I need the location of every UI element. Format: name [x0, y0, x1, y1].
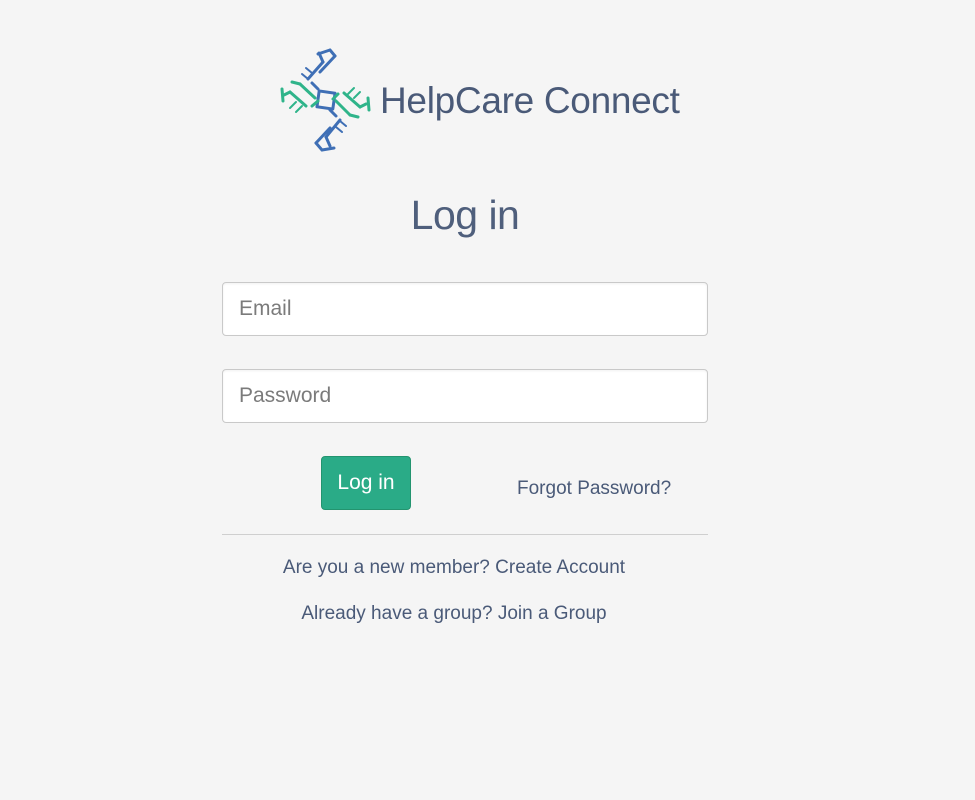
- helping-hands-logo-icon: [280, 48, 371, 152]
- brand-name: HelpCare Connect: [380, 80, 680, 121]
- login-button[interactable]: Log in: [321, 456, 411, 510]
- page-title: Log in: [410, 192, 520, 238]
- forgot-password-link[interactable]: Forgot Password?: [517, 478, 671, 500]
- new-member-prompt: Are you a new member?: [282, 557, 490, 578]
- password-input[interactable]: [222, 369, 708, 423]
- join-group-link[interactable]: Join a Group: [498, 603, 607, 624]
- group-prompt: Already have a group?: [301, 603, 493, 624]
- brand-header: HelpCare Connect: [278, 46, 680, 154]
- divider: [222, 534, 708, 535]
- join-group-line: Already have a group? Join a Group: [0, 603, 908, 625]
- login-page: HelpCare Connect Log in Log in Forgot Pa…: [0, 0, 975, 800]
- create-account-link[interactable]: Create Account: [495, 557, 625, 578]
- email-input[interactable]: [222, 282, 708, 336]
- new-member-line: Are you a new member? Create Account: [0, 557, 908, 579]
